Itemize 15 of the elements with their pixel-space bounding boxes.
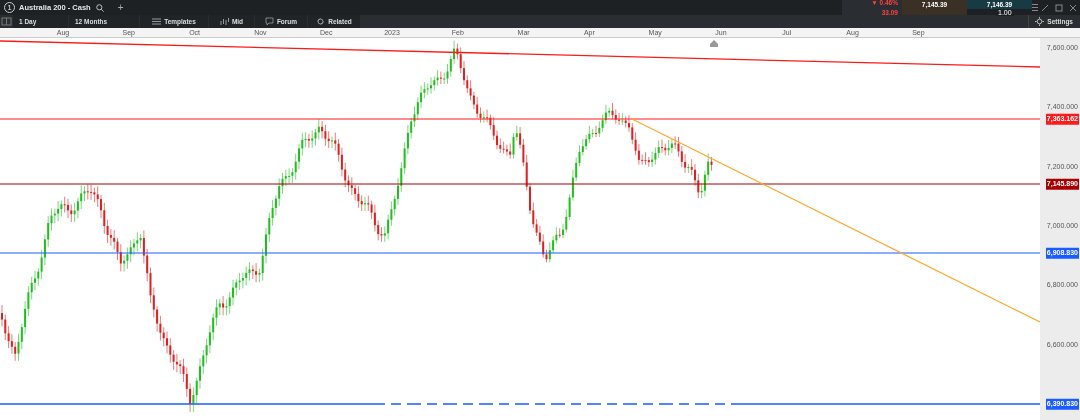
trend-line[interactable]: [0, 40, 1040, 68]
trend-line[interactable]: [631, 118, 1040, 323]
search-icon[interactable]: [95, 3, 104, 12]
expand-icon[interactable]: [1041, 3, 1049, 12]
speech-bubble-icon: [264, 17, 274, 26]
layout-icon: [0, 15, 13, 28]
price-line[interactable]: [0, 403, 1040, 405]
add-tab-button[interactable]: +: [117, 0, 124, 15]
close-icon[interactable]: [1069, 3, 1077, 12]
gear-icon: [1035, 17, 1045, 26]
maximize-icon[interactable]: [1055, 3, 1063, 12]
bars-icon: [219, 17, 229, 26]
drag-handle-icon: [1032, 3, 1038, 12]
marker-icon: [710, 40, 718, 47]
lines-icon: [152, 17, 162, 26]
